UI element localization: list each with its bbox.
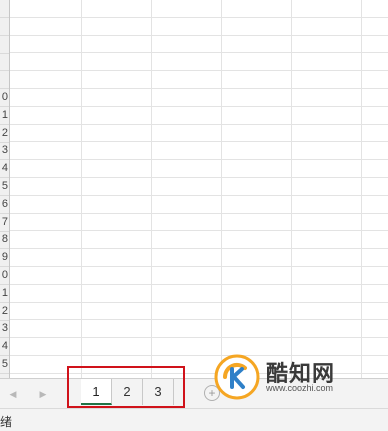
row-number-label: 7 [1, 216, 8, 228]
row-gridline [10, 124, 388, 125]
row-number[interactable]: 3 [0, 320, 9, 338]
row-gridline [10, 52, 388, 53]
row-gridline [10, 141, 388, 142]
column-gridline [81, 0, 82, 378]
row-gridline [10, 195, 388, 196]
worksheet-grid[interactable]: 0 1 2 3 4 5 6 7 8 9 0 1 2 3 4 5 [0, 0, 388, 378]
row-number-label: 0 [1, 269, 8, 281]
column-gridline [291, 0, 292, 378]
column-gridline [151, 0, 152, 378]
row-gridline [10, 70, 388, 71]
row-number-label: 1 [1, 287, 8, 299]
row-gridline [10, 302, 388, 303]
row-number-label: 4 [1, 162, 8, 174]
sheet-tab-bar: ◀ ▶ 1 2 3 + [0, 378, 388, 409]
tab-highlight-box [67, 366, 185, 408]
row-number[interactable]: 4 [0, 160, 9, 178]
row-number[interactable]: 2 [0, 125, 9, 143]
row-gridline [10, 177, 388, 178]
row-number[interactable]: 5 [0, 178, 9, 196]
row-number[interactable]: 0 [0, 89, 9, 107]
column-gridline [361, 0, 362, 378]
row-number[interactable] [0, 36, 9, 54]
row-number-label: 0 [1, 91, 8, 103]
row-number[interactable]: 9 [0, 249, 9, 267]
row-number[interactable]: 5 [0, 356, 9, 374]
row-number-label: 1 [1, 109, 8, 121]
row-gridline [10, 159, 388, 160]
row-number[interactable] [0, 53, 9, 71]
row-gridline [10, 266, 388, 267]
row-number[interactable]: 2 [0, 303, 9, 321]
row-gridline [10, 230, 388, 231]
row-number-label: 2 [1, 305, 8, 317]
scroll-tabs-left-icon[interactable]: ◀ [8, 388, 18, 400]
row-gridline [10, 248, 388, 249]
row-gridline [10, 355, 388, 356]
row-number-label: 4 [1, 340, 8, 352]
row-number-label: 6 [1, 198, 8, 210]
row-number[interactable]: 7 [0, 214, 9, 232]
row-number[interactable] [0, 18, 9, 36]
add-sheet-button[interactable]: + [204, 385, 220, 401]
row-number[interactable]: 0 [0, 267, 9, 285]
row-gridline [10, 106, 388, 107]
row-gridline [10, 213, 388, 214]
row-number[interactable]: 6 [0, 196, 9, 214]
row-number[interactable] [0, 0, 9, 18]
row-number-label: 9 [1, 251, 8, 263]
row-gridline [10, 319, 388, 320]
row-number-label: 2 [1, 127, 8, 139]
status-bar: 绪 [0, 408, 388, 431]
row-gridline [10, 88, 388, 89]
row-gridline [10, 35, 388, 36]
row-number-label: 5 [1, 180, 8, 192]
row-number[interactable] [0, 71, 9, 89]
row-gridline [10, 284, 388, 285]
row-gridline [10, 337, 388, 338]
row-number-label: 3 [1, 144, 8, 156]
row-number-label: 8 [1, 233, 8, 245]
row-number[interactable]: 1 [0, 285, 9, 303]
row-number[interactable]: 3 [0, 142, 9, 160]
row-gridline [10, 17, 388, 18]
row-number-label: 5 [1, 358, 8, 370]
column-gridline [221, 0, 222, 378]
row-header-column: 0 1 2 3 4 5 6 7 8 9 0 1 2 3 4 5 [0, 0, 10, 378]
row-number[interactable]: 8 [0, 231, 9, 249]
row-number[interactable]: 4 [0, 338, 9, 356]
row-number[interactable]: 1 [0, 107, 9, 125]
plus-icon: + [208, 386, 216, 400]
status-text: 绪 [0, 415, 13, 429]
scroll-tabs-right-icon[interactable]: ▶ [38, 388, 48, 400]
row-number-label: 3 [1, 322, 8, 334]
